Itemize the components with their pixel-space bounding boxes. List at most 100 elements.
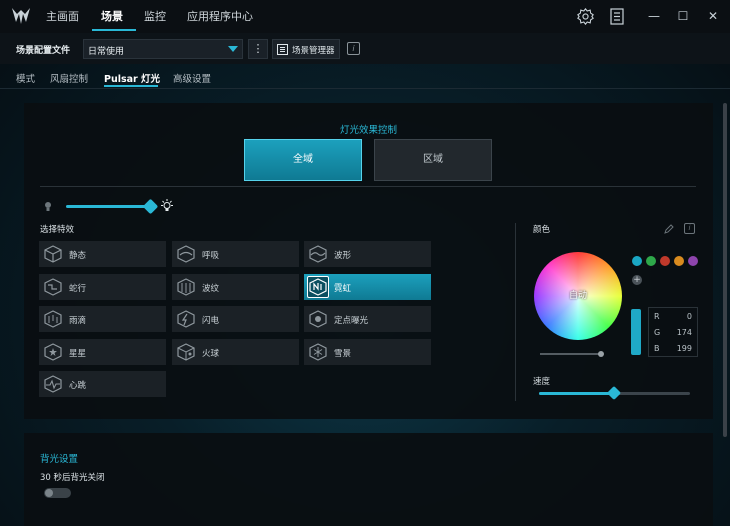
subtab-active-indicator	[104, 85, 158, 87]
scrollbar[interactable]	[723, 103, 727, 437]
scene-manager-label: 场景管理器	[292, 46, 335, 56]
nav-active-indicator	[92, 29, 136, 31]
color-swatch[interactable]	[632, 256, 642, 266]
predator-logo	[12, 8, 30, 24]
effect-snowflake[interactable]: 雪景	[304, 339, 431, 365]
profile-label: 场景配置文件	[16, 46, 71, 56]
heartbeat-icon	[44, 375, 62, 393]
profile-row: 场景配置文件 日常使用 ⋮ 场景管理器 i	[0, 33, 730, 64]
color-info-icon[interactable]: i	[684, 223, 695, 234]
side-panel-icon[interactable]	[610, 8, 624, 25]
effect-label: 心跳	[69, 381, 87, 391]
more-options-button[interactable]: ⋮	[248, 39, 268, 59]
effect-ripple[interactable]: 波纹	[172, 274, 299, 300]
effect-label: 闪电	[202, 316, 220, 326]
breathing-icon	[177, 245, 195, 263]
backlight-panel: 背光设置 30 秒后背光关闭	[24, 433, 713, 526]
nav-tab-home[interactable]: 主画面	[46, 8, 79, 24]
backlight-toggle-knob	[45, 489, 53, 497]
effect-label: 火球	[202, 349, 220, 359]
rgb-row-r: R 0	[654, 310, 698, 324]
brightness-high-icon	[161, 199, 173, 211]
profile-select-value: 日常使用	[88, 47, 125, 57]
effect-label: 波形	[334, 251, 352, 261]
effect-star[interactable]: 星星	[39, 339, 166, 365]
effect-label: 霓虹	[334, 284, 352, 294]
nav-tab-app-center[interactable]: 应用程序中心	[187, 8, 253, 24]
b-label: B	[654, 344, 660, 353]
effect-fireball[interactable]: 火球	[172, 339, 299, 365]
color-saturation-slider[interactable]	[540, 353, 600, 355]
panel-divider	[40, 186, 696, 187]
star-icon	[44, 343, 62, 361]
subtab-mode[interactable]: 模式	[16, 71, 35, 85]
backlight-off-label: 30 秒后背光关闭	[40, 473, 105, 483]
close-button[interactable]: ✕	[704, 7, 722, 25]
eyedropper-icon[interactable]	[664, 223, 675, 234]
neon-icon	[309, 278, 327, 296]
vertical-divider	[515, 223, 516, 401]
add-swatch-button[interactable]: +	[632, 275, 642, 285]
mode-global-button[interactable]: 全域	[244, 139, 362, 181]
b-value[interactable]: 199	[677, 344, 692, 353]
minimize-button[interactable]: —	[645, 7, 663, 25]
g-label: G	[654, 328, 661, 337]
color-saturation-handle[interactable]	[598, 351, 604, 357]
profile-select[interactable]: 日常使用	[83, 39, 243, 59]
r-value[interactable]: 0	[687, 312, 692, 321]
nav-tab-monitor[interactable]: 监控	[144, 8, 166, 24]
color-swatch[interactable]	[660, 256, 670, 266]
subtab-fan-control[interactable]: 风扇控制	[50, 71, 88, 85]
effect-label: 定点曝光	[334, 316, 369, 326]
rgb-row-g: G 174	[654, 326, 698, 340]
brightness-slider-handle[interactable]	[142, 198, 159, 215]
lightning-icon	[177, 310, 195, 328]
speed-slider-handle[interactable]	[606, 385, 622, 401]
raindrop-icon	[44, 310, 62, 328]
color-wheel-label: 自动	[568, 291, 587, 301]
effect-breathing[interactable]: 呼吸	[172, 241, 299, 267]
effect-label: 静态	[69, 251, 87, 261]
fireball-icon	[177, 343, 195, 361]
maximize-button[interactable]: ☐	[674, 7, 692, 25]
effect-raindrop[interactable]: 雨滴	[39, 306, 166, 332]
effect-snake[interactable]: 蛇行	[39, 274, 166, 300]
effect-spot[interactable]: 定点曝光	[304, 306, 431, 332]
nav-tab-scenes[interactable]: 场景	[101, 8, 123, 24]
effect-lightning[interactable]: 闪电	[172, 306, 299, 332]
backlight-toggle[interactable]	[44, 488, 71, 498]
effect-label: 呼吸	[202, 251, 220, 261]
subtab-pulsar-lighting[interactable]: Pulsar 灯光	[104, 71, 160, 85]
current-color-preview	[631, 309, 641, 355]
lighting-title: 灯光效果控制	[339, 125, 397, 136]
wave-icon	[309, 245, 327, 263]
effect-neon[interactable]: 霓虹	[304, 274, 431, 300]
effect-static[interactable]: 静态	[39, 241, 166, 267]
effect-label: 波纹	[202, 284, 220, 294]
speed-slider-fill	[539, 392, 614, 395]
scene-manager-button[interactable]: 场景管理器	[272, 39, 340, 59]
snake-icon	[44, 278, 62, 296]
mode-zone-button[interactable]: 区域	[374, 139, 492, 181]
effect-wave[interactable]: 波形	[304, 241, 431, 267]
brightness-slider-track[interactable]	[66, 205, 150, 208]
g-value[interactable]: 174	[677, 328, 692, 337]
color-swatch[interactable]	[646, 256, 656, 266]
static-icon	[44, 245, 62, 263]
color-swatch[interactable]	[688, 256, 698, 266]
effect-label: 雨滴	[69, 316, 87, 326]
chevron-down-icon	[228, 46, 238, 52]
color-label: 颜色	[533, 225, 551, 235]
effect-heartbeat[interactable]: 心跳	[39, 371, 166, 397]
lighting-panel: 灯光效果控制 全域 区域 选择特效 颜色 i 自动 + R 0 G 174 B	[24, 103, 713, 419]
subtab-advanced[interactable]: 高级设置	[173, 71, 211, 85]
list-icon	[277, 44, 288, 55]
color-swatch[interactable]	[674, 256, 684, 266]
backlight-title: 背光设置	[40, 454, 79, 465]
gear-icon[interactable]	[577, 8, 594, 25]
speed-label: 速度	[533, 377, 551, 387]
effect-label: 蛇行	[69, 284, 87, 294]
rgb-row-b: B 199	[654, 342, 698, 356]
info-icon[interactable]: i	[347, 42, 360, 55]
snowflake-icon	[309, 343, 327, 361]
